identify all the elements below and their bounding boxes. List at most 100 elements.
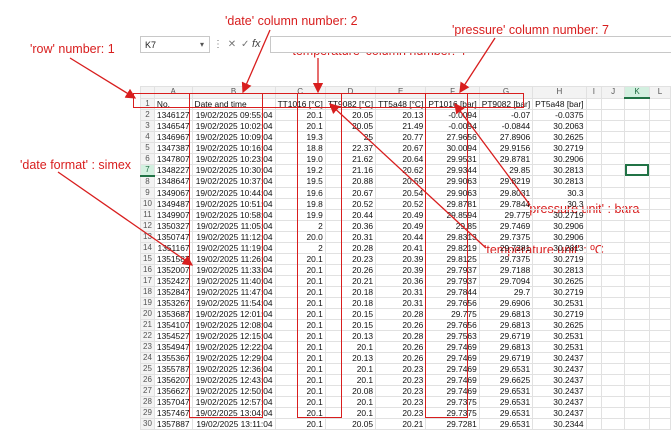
data-cell[interactable]: 29.8313 <box>425 230 480 243</box>
data-cell[interactable]: 30.2813 <box>532 241 587 254</box>
column-title-cell[interactable]: PT5a48 [bar] <box>532 97 587 110</box>
empty-cell[interactable] <box>648 108 671 121</box>
row-header[interactable]: 16 <box>140 263 155 276</box>
empty-cell[interactable] <box>648 163 671 176</box>
data-cell[interactable]: -0.0844 <box>478 119 534 132</box>
data-cell[interactable]: 20.52 <box>324 197 377 210</box>
data-cell[interactable]: 29.6625 <box>478 373 534 386</box>
row-header[interactable]: 11 <box>140 208 155 221</box>
data-cell[interactable]: 30.2625 <box>532 274 587 287</box>
row-header[interactable]: 17 <box>140 274 155 287</box>
data-cell[interactable]: 20.15 <box>324 307 377 320</box>
data-cell[interactable]: 20.1 <box>274 329 326 342</box>
empty-cell[interactable] <box>648 230 671 243</box>
data-cell[interactable]: 19.3 <box>274 130 326 143</box>
data-cell[interactable]: 29.7844 <box>478 197 534 210</box>
data-cell[interactable]: 20.0 <box>274 230 326 243</box>
data-cell[interactable]: 20.77 <box>375 130 427 143</box>
data-cell[interactable]: 1346547 <box>153 119 193 132</box>
data-cell[interactable]: 21.16 <box>324 163 377 176</box>
empty-cell[interactable] <box>624 119 650 132</box>
data-cell[interactable]: 29.8219 <box>425 241 480 254</box>
data-cell[interactable]: 20.28 <box>375 307 427 320</box>
empty-cell[interactable] <box>601 241 626 254</box>
empty-cell[interactable] <box>648 296 671 309</box>
data-cell[interactable]: 30.2437 <box>532 395 587 408</box>
empty-cell[interactable] <box>601 186 626 199</box>
data-cell[interactable]: 20.1 <box>324 340 377 353</box>
empty-cell[interactable] <box>585 395 603 408</box>
data-cell[interactable]: 19.9 <box>274 208 326 221</box>
column-title-cell[interactable]: No. <box>153 97 193 110</box>
data-cell[interactable]: 20.23 <box>375 362 427 375</box>
data-cell[interactable]: 30.2531 <box>532 340 587 353</box>
column-title-cell[interactable]: Date and time <box>191 97 276 110</box>
empty-cell[interactable] <box>601 108 626 121</box>
data-cell[interactable]: 1357887 <box>153 417 193 430</box>
empty-cell[interactable] <box>601 197 626 210</box>
data-cell[interactable]: 20.23 <box>375 373 427 386</box>
data-cell[interactable]: 20.13 <box>324 351 377 364</box>
data-cell[interactable]: 20.23 <box>375 406 427 419</box>
empty-cell[interactable] <box>585 119 603 132</box>
data-cell[interactable]: 2 <box>274 219 326 232</box>
data-cell[interactable]: 20.1 <box>324 373 377 386</box>
data-cell[interactable]: 1346967 <box>153 130 193 143</box>
data-cell[interactable]: 29.7844 <box>425 285 480 298</box>
empty-cell[interactable] <box>624 329 650 342</box>
formula-input[interactable] <box>270 36 671 53</box>
empty-cell[interactable] <box>585 141 603 154</box>
data-cell[interactable]: 29.6531 <box>478 395 534 408</box>
empty-cell[interactable] <box>624 108 650 121</box>
data-cell[interactable]: 20.21 <box>375 417 427 430</box>
data-cell[interactable]: 29.7563 <box>425 329 480 342</box>
data-cell[interactable]: 2 <box>274 241 326 254</box>
data-cell[interactable]: 20.1 <box>274 108 326 121</box>
data-cell[interactable]: 29.7469 <box>425 362 480 375</box>
data-cell[interactable]: 20.23 <box>375 384 427 397</box>
data-cell[interactable]: 30.2437 <box>532 351 587 364</box>
empty-cell[interactable] <box>624 318 650 331</box>
empty-cell[interactable] <box>585 274 603 287</box>
data-cell[interactable]: 19/02/2025 10:30:04 <box>191 163 276 176</box>
empty-cell[interactable] <box>624 395 650 408</box>
data-cell[interactable]: 19/02/2025 11:47:04 <box>191 285 276 298</box>
data-cell[interactable]: 20.39 <box>375 263 427 276</box>
data-cell[interactable]: 1347807 <box>153 152 193 165</box>
row-header[interactable]: 8 <box>140 175 155 188</box>
empty-cell[interactable] <box>648 175 671 188</box>
empty-cell[interactable] <box>585 417 603 430</box>
data-cell[interactable]: 29.6531 <box>478 384 534 397</box>
empty-cell[interactable] <box>585 175 603 188</box>
data-cell[interactable]: 18.8 <box>274 141 326 154</box>
empty-cell[interactable] <box>585 285 603 298</box>
column-header-l[interactable]: L <box>648 86 671 99</box>
data-cell[interactable]: 20.62 <box>375 163 427 176</box>
empty-cell[interactable] <box>624 340 650 353</box>
data-cell[interactable]: 1357047 <box>153 395 193 408</box>
empty-cell[interactable] <box>648 263 671 276</box>
empty-cell[interactable] <box>624 296 650 309</box>
column-title-cell[interactable]: PT1016 [bar] <box>425 97 480 110</box>
data-cell[interactable]: -0.07 <box>478 108 534 121</box>
data-cell[interactable]: 20.52 <box>375 197 427 210</box>
data-cell[interactable]: 30.2437 <box>532 406 587 419</box>
data-cell[interactable]: 19/02/2025 12:15:04 <box>191 329 276 342</box>
empty-cell[interactable] <box>585 406 603 419</box>
empty-cell[interactable] <box>624 274 650 287</box>
empty-cell[interactable] <box>624 241 650 254</box>
data-cell[interactable]: 1353687 <box>153 307 193 320</box>
data-cell[interactable]: 20.1 <box>274 263 326 276</box>
empty-cell[interactable] <box>648 152 671 165</box>
data-cell[interactable]: 30.2719 <box>532 141 587 154</box>
data-cell[interactable]: 29.6719 <box>478 329 534 342</box>
data-cell[interactable]: 30.2813 <box>532 263 587 276</box>
data-cell[interactable]: 20.1 <box>274 119 326 132</box>
data-cell[interactable]: 20.31 <box>324 230 377 243</box>
data-cell[interactable]: 20.05 <box>324 108 377 121</box>
empty-cell[interactable] <box>601 373 626 386</box>
data-cell[interactable]: 29.7469 <box>425 384 480 397</box>
row-header[interactable]: 28 <box>140 395 155 408</box>
row-header[interactable]: 27 <box>140 384 155 397</box>
empty-cell[interactable] <box>648 395 671 408</box>
